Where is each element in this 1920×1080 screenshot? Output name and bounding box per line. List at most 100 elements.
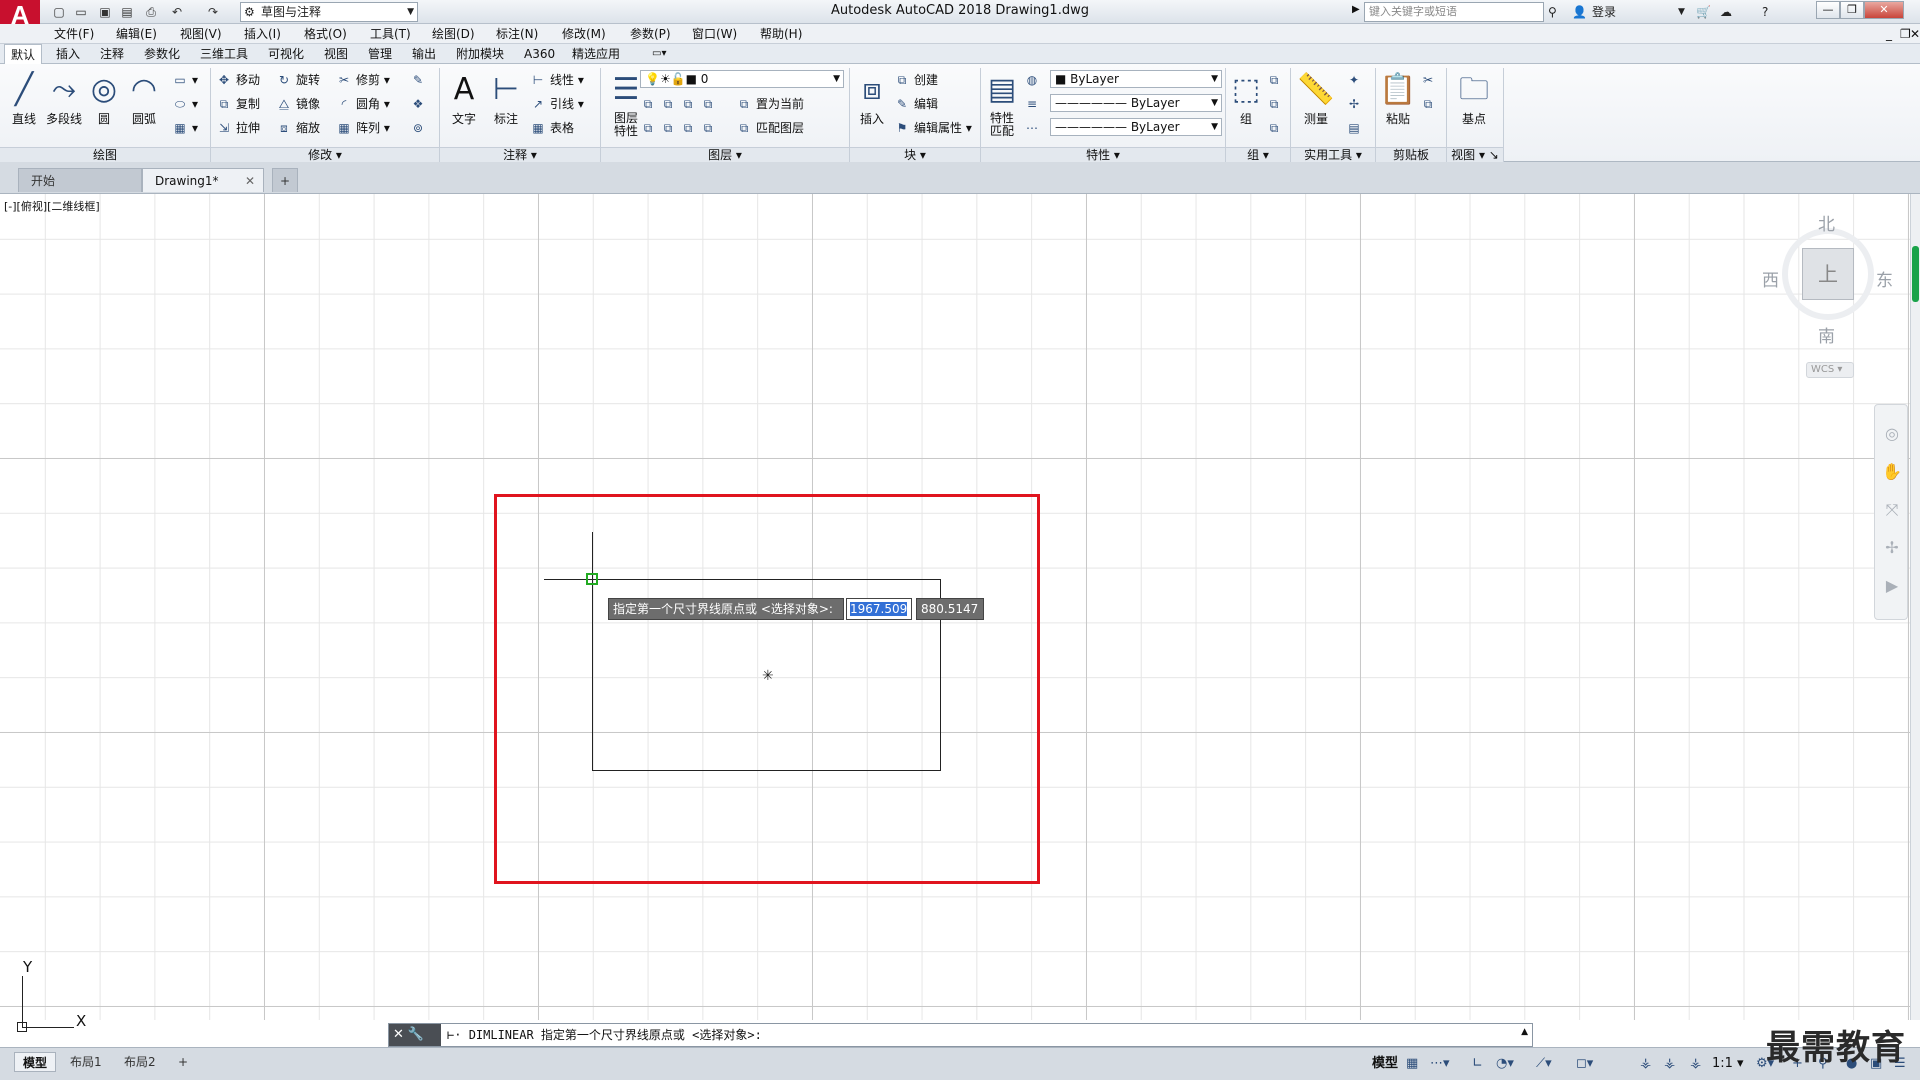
add-layout-button[interactable]: + xyxy=(170,1052,196,1072)
chevron-down-icon[interactable]: ▼ xyxy=(1678,3,1685,21)
menu-file[interactable]: 文件(F) xyxy=(54,24,94,44)
hatch-icon[interactable]: ▦ ▾ xyxy=(172,118,198,138)
color-dropdown[interactable]: ■ ByLayer ▼ xyxy=(1050,70,1222,88)
tab-insert[interactable]: 插入 xyxy=(50,44,86,64)
paste-button[interactable]: 📋 粘贴 xyxy=(1378,68,1418,138)
linear-dim-button[interactable]: ⊢ 线性 ▾ xyxy=(530,70,584,90)
calculator-icon[interactable]: ▤ xyxy=(1346,118,1366,138)
polar-icon[interactable]: ◔▾ xyxy=(1496,1054,1514,1074)
menu-insert[interactable]: 插入(I) xyxy=(244,24,281,44)
base-view-button[interactable]: 🗀 基点 xyxy=(1454,68,1494,138)
ungroup-icon[interactable]: ⧉ xyxy=(1266,70,1286,90)
undo-icon[interactable]: ↶ xyxy=(168,3,186,21)
print-icon[interactable]: ⎙ xyxy=(142,3,160,21)
menu-draw[interactable]: 绘图(D) xyxy=(432,24,475,44)
match-layer-button[interactable]: ⧉ 匹配图层 xyxy=(736,118,804,138)
tab-3d-tools[interactable]: 三维工具 xyxy=(194,44,254,64)
menu-edit[interactable]: 编辑(E) xyxy=(116,24,157,44)
help-icon[interactable]: ? xyxy=(1762,3,1768,21)
tab-view[interactable]: 视图 xyxy=(318,44,354,64)
group-edit-icon[interactable]: ⧉ xyxy=(1266,94,1286,114)
user-icon[interactable]: 👤 xyxy=(1572,3,1587,21)
osnap-icon[interactable]: ◻▾ xyxy=(1576,1054,1593,1074)
linetype-dropdown[interactable]: —————— ByLayer ▼ xyxy=(1050,94,1222,112)
saveas-icon[interactable]: ▤ xyxy=(118,3,136,21)
match-properties-button[interactable]: ▤ 特性 匹配 xyxy=(982,68,1022,138)
panel-properties-title[interactable]: 特性 ▾ xyxy=(981,147,1225,162)
move-button[interactable]: ✥ 移动 xyxy=(216,70,260,90)
orbit-icon[interactable]: ✢ xyxy=(1881,537,1903,559)
zoom-extents-icon[interactable]: ⤧ xyxy=(1881,499,1903,521)
tab-parametric[interactable]: 参数化 xyxy=(138,44,186,64)
point-icon[interactable]: ✢ xyxy=(1346,94,1366,114)
menu-window[interactable]: 窗口(W) xyxy=(692,24,737,44)
menu-format[interactable]: 格式(O) xyxy=(304,24,347,44)
offset-icon[interactable]: ⊚ xyxy=(410,118,430,138)
search-input[interactable]: 键入关键字或短语 xyxy=(1364,2,1544,22)
annotation-scale-value[interactable]: 1:1 ▾ xyxy=(1712,1054,1744,1074)
copy-button[interactable]: ⧉ 复制 xyxy=(216,94,260,114)
tab-visualize[interactable]: 可视化 xyxy=(262,44,310,64)
grid-icon[interactable]: ▦ xyxy=(1406,1054,1418,1074)
doc-minimize-icon[interactable]: _ xyxy=(1886,24,1892,44)
dynamic-input-x-field[interactable]: 1967.509 xyxy=(846,598,912,620)
erase-icon[interactable]: ✎ xyxy=(410,70,430,90)
panel-block-title[interactable]: 块 ▾ xyxy=(850,147,980,162)
group-select-icon[interactable]: ⧉ xyxy=(1266,118,1286,138)
open-icon[interactable]: ▭ xyxy=(72,3,90,21)
quickcalc-icon[interactable]: ✦ xyxy=(1346,70,1366,90)
doc-close-icon[interactable]: ✕ xyxy=(1910,24,1920,44)
menu-parametric[interactable]: 参数(P) xyxy=(630,24,671,44)
command-line[interactable]: ✕ 🔧 ⊢· DIMLINEAR 指定第一个尺寸界线原点或 <选择对象>: ▲ xyxy=(388,1023,1533,1047)
fillet-button[interactable]: ◜ 圆角 ▾ xyxy=(336,94,390,114)
dimension-button[interactable]: ⊢ 标注 xyxy=(486,68,526,138)
wcs-menu[interactable]: WCS ▾ xyxy=(1806,362,1854,378)
measure-button[interactable]: 📏 测量 xyxy=(1296,68,1336,138)
command-line-input[interactable]: ⊢· DIMLINEAR 指定第一个尺寸界线原点或 <选择对象>: xyxy=(447,1024,762,1046)
chevron-up-icon[interactable]: ▲ xyxy=(1521,1027,1528,1037)
cut-icon[interactable]: ✂ xyxy=(1420,70,1440,90)
menu-dimension[interactable]: 标注(N) xyxy=(496,24,538,44)
annotation-scale-icon[interactable]: ⚶ xyxy=(1690,1054,1701,1074)
tab-featured-apps[interactable]: 精选应用 xyxy=(566,44,626,64)
steering-wheel-icon[interactable]: ◎ xyxy=(1881,423,1903,445)
group-button[interactable]: ⬚ 组 xyxy=(1228,68,1264,138)
tab-manage[interactable]: 管理 xyxy=(362,44,398,64)
new-tab-button[interactable]: + xyxy=(272,168,298,192)
scale-button[interactable]: ⧈ 缩放 xyxy=(276,118,320,138)
tab-layout2[interactable]: 布局2 xyxy=(116,1052,164,1072)
arc-button[interactable]: ◠ 圆弧 xyxy=(124,68,164,138)
circle-button[interactable]: ◎ 圆 xyxy=(84,68,124,138)
panel-layers-title[interactable]: 图层 ▾ xyxy=(601,147,849,162)
lineweight-dropdown[interactable]: —————— ByLayer ▼ xyxy=(1050,118,1222,136)
tab-addins[interactable]: 附加模块 xyxy=(450,44,510,64)
dynamic-input-y-field[interactable]: 880.5147 xyxy=(916,598,984,620)
ribbon-minimize-icon[interactable]: ▭▾ xyxy=(646,44,672,64)
ellipse-icon[interactable]: ⬭ ▾ xyxy=(172,94,198,114)
text-button[interactable]: A 文字 xyxy=(444,68,484,138)
showmotion-icon[interactable]: ▶ xyxy=(1881,575,1903,597)
viewcube-top-face[interactable]: 上 xyxy=(1802,248,1854,300)
copy-clip-icon[interactable]: ⧉ xyxy=(1420,94,1440,114)
layer-tools-row2[interactable]: ⧉ ⧉ ⧉ ⧉ xyxy=(640,118,720,138)
snap-icon[interactable]: ⋯▾ xyxy=(1430,1054,1450,1074)
mirror-button[interactable]: ⧋ 镜像 xyxy=(276,94,320,114)
menu-modify[interactable]: 修改(M) xyxy=(562,24,606,44)
menu-help[interactable]: 帮助(H) xyxy=(760,24,802,44)
layer-tools-row1[interactable]: ⧉ ⧉ ⧉ ⧉ xyxy=(640,94,720,114)
edit-block-button[interactable]: ✎ 编辑 xyxy=(894,94,938,114)
workspace-dropdown[interactable]: ⚙ 草图与注释 ▼ xyxy=(240,2,418,22)
tab-annotate[interactable]: 注释 xyxy=(94,44,130,64)
make-current-button[interactable]: ⧉ 置为当前 xyxy=(736,94,804,114)
explode-icon[interactable]: ❖ xyxy=(410,94,430,114)
stretch-button[interactable]: ⇲ 拉伸 xyxy=(216,118,260,138)
viewcube-south[interactable]: 南 xyxy=(1818,322,1835,347)
leader-button[interactable]: ↗ 引线 ▾ xyxy=(530,94,584,114)
redo-icon[interactable]: ↷ xyxy=(204,3,222,21)
panel-draw-title[interactable]: 绘图 xyxy=(0,147,210,162)
tab-a360[interactable]: A360 xyxy=(518,44,561,64)
close-icon[interactable]: ✕ xyxy=(389,1027,408,1042)
wrench-icon[interactable]: 🔧 xyxy=(408,1027,424,1042)
panel-clipboard-title[interactable]: 剪贴板 xyxy=(1376,147,1446,162)
menu-view[interactable]: 视图(V) xyxy=(180,24,222,44)
